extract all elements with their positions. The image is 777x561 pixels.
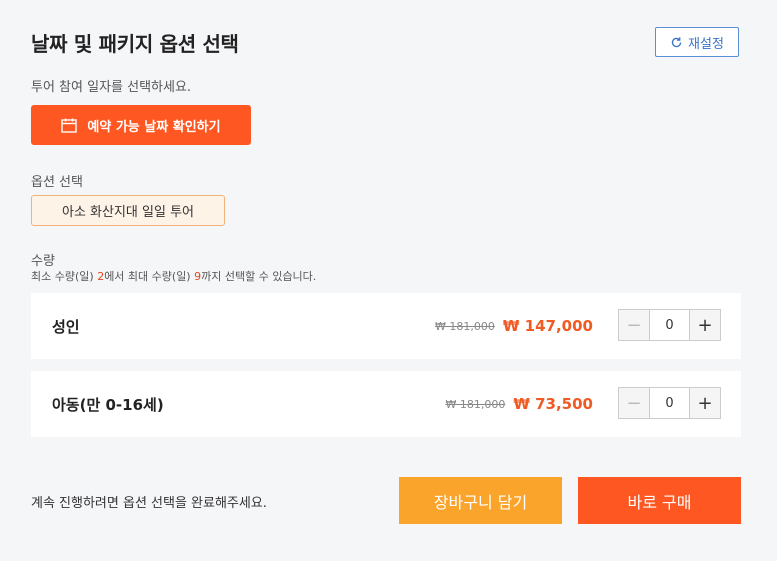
check-dates-label: 예약 가능 날짜 확인하기 [87, 119, 221, 135]
quantity-value[interactable]: 0 [650, 388, 689, 418]
reset-button-label: 재설정 [688, 36, 724, 52]
quantity-value[interactable]: 0 [650, 310, 689, 340]
date-prompt: 투어 참여 일자를 선택하세요. [31, 80, 192, 95]
decrement-button[interactable]: − [619, 388, 650, 418]
ticket-name: 성인 [52, 317, 80, 336]
hint-middle: 에서 최대 수량(일) [104, 270, 195, 283]
quantity-label: 수량 [31, 254, 55, 269]
increment-button[interactable]: + [689, 310, 720, 340]
calendar-icon [61, 118, 78, 133]
reset-button[interactable]: 재설정 [655, 27, 739, 57]
sale-price: ₩ 147,000 [502, 317, 593, 335]
buy-now-button[interactable]: 바로 구매 [578, 477, 741, 524]
quantity-hint: 최소 수량(일) 2에서 최대 수량(일) 9까지 선택할 수 있습니다. [31, 268, 316, 284]
option-chip-selected[interactable]: 아소 화산지대 일일 투어 [31, 195, 225, 226]
page-title: 날짜 및 패키지 옵션 선택 [31, 32, 239, 56]
quantity-stepper: − 0 + [618, 387, 721, 419]
increment-button[interactable]: + [689, 388, 720, 418]
original-price: ₩ 181,000 [435, 319, 495, 333]
add-to-cart-button[interactable]: 장바구니 담기 [399, 477, 562, 524]
sale-price: ₩ 73,500 [513, 395, 593, 413]
original-price: ₩ 181,000 [445, 397, 506, 411]
hint-prefix: 최소 수량(일) [31, 270, 98, 283]
ticket-name: 아동(만 0-16세) [52, 395, 164, 414]
options-label: 옵션 선택 [31, 175, 83, 190]
hint-suffix: 까지 선택할 수 있습니다. [201, 270, 317, 283]
price-group: ₩ 181,000 ₩ 147,000 [435, 293, 593, 359]
quantity-stepper: − 0 + [618, 309, 721, 341]
check-dates-button[interactable]: 예약 가능 날짜 확인하기 [31, 105, 251, 145]
refresh-icon [671, 36, 682, 47]
ticket-row-adult: 성인 ₩ 181,000 ₩ 147,000 − 0 + [31, 293, 741, 359]
price-group: ₩ 181,000 ₩ 73,500 [445, 371, 593, 437]
decrement-button[interactable]: − [619, 310, 650, 340]
footer-note: 계속 진행하려면 옵션 선택을 완료해주세요. [31, 496, 267, 511]
ticket-row-child: 아동(만 0-16세) ₩ 181,000 ₩ 73,500 − 0 + [31, 371, 741, 437]
